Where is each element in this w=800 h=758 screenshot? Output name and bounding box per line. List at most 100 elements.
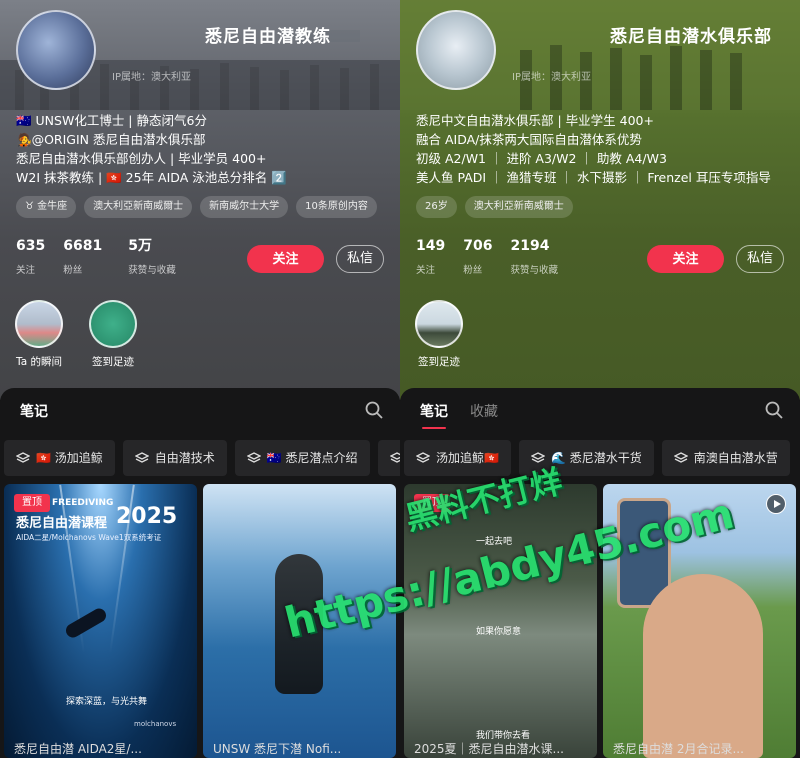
tab-bar: 笔记 bbox=[20, 401, 48, 429]
profile-name: 悉尼自由潜教练 bbox=[205, 27, 331, 47]
collection-chip[interactable]: 🇭🇰 汤加追鲸 bbox=[4, 440, 115, 476]
collection-chip[interactable]: 南澳自由潜水营 bbox=[661, 440, 790, 476]
layers-icon bbox=[16, 452, 30, 463]
bio-line: 悉尼中文自由潜水俱乐部 | 毕业学生 400+ bbox=[416, 113, 654, 128]
stat-label: 关注 bbox=[416, 265, 436, 276]
avatar[interactable] bbox=[416, 10, 496, 90]
card-title: 悉尼自由潜 AIDA2星/... bbox=[14, 742, 142, 756]
stat-number: 706 bbox=[463, 238, 493, 254]
collection-chip[interactable]: 自由潜技术 bbox=[122, 440, 227, 476]
right-profile-panel: 悉尼自由潜水俱乐部 IP属地：澳大利亚 悉尼中文自由潜水俱乐部 | 毕业学生 4… bbox=[400, 0, 800, 758]
card-logo: molchanovs bbox=[134, 720, 177, 728]
stat-likes[interactable]: 2194 获赞与收藏 bbox=[510, 238, 558, 276]
card-year: 2025 bbox=[116, 504, 178, 529]
card-headline: 悉尼自由潜课程 bbox=[16, 516, 108, 531]
bio-line: 初级 A2/W1 ｜ 进阶 A3/W2 ｜ 助教 A4/W3 bbox=[416, 151, 667, 166]
bio-line: 悉尼自由潜水俱乐部创办人 | 毕业学员 400+ bbox=[16, 151, 267, 166]
collections-row: 汤加追鲸🇭🇰 🌊 悉尼潜水干货 南澳自由潜水营 bbox=[404, 440, 800, 476]
bio-line: 🇦🇺 UNSW化工博士 | 静态闭气6分 bbox=[16, 113, 207, 128]
profile-bio: 🇦🇺 UNSW化工博士 | 静态闭气6分 🧑‍🎤@ORIGIN 悉尼自由潜水俱乐… bbox=[16, 111, 391, 187]
collection-label: 自由潜技术 bbox=[154, 451, 215, 465]
stat-followers[interactable]: 706 粉丝 bbox=[463, 238, 492, 276]
stat-label: 获赞与收藏 bbox=[128, 265, 176, 276]
highlight-moments[interactable]: Ta 的瞬间 bbox=[14, 300, 64, 369]
stat-number: 6681 bbox=[63, 238, 103, 254]
stat-followers[interactable]: 6681 粉丝 bbox=[63, 238, 102, 276]
profile-stats: 635 关注 6681 粉丝 5万 获赞与收藏 bbox=[16, 238, 176, 276]
highlight-thumb bbox=[15, 300, 63, 348]
card-slogan: 探索深蓝，与光共舞 bbox=[66, 697, 148, 707]
highlight-thumb bbox=[89, 300, 137, 348]
profile-header: 悉尼自由潜教练 IP属地：澳大利亚 🇦🇺 UNSW化工博士 | 静态闭气6分 🧑… bbox=[0, 0, 400, 400]
notes-sheet: 笔记 🇭🇰 汤加追鲸 自由潜技术 🇦🇺 悉尼潜点介绍 置顶 FREEDIVING… bbox=[0, 388, 400, 758]
layers-icon bbox=[416, 452, 430, 463]
tag-original-count: 10条原创内容 bbox=[296, 196, 377, 218]
stat-following[interactable]: 149 关注 bbox=[416, 238, 445, 276]
tag-zodiac: ♉ 金牛座 bbox=[16, 196, 77, 218]
card-caption: 如果你愿意 bbox=[476, 627, 522, 637]
highlights-row: Ta 的瞬间 签到足迹 bbox=[14, 300, 138, 369]
collection-label: 🌊 悉尼潜水干货 bbox=[550, 451, 642, 465]
collections-row: 🇭🇰 汤加追鲸 自由潜技术 🇦🇺 悉尼潜点介绍 bbox=[4, 440, 400, 476]
profile-tags: 26岁 澳大利亞新南威爾士 bbox=[416, 196, 573, 218]
follow-button[interactable]: 关注 bbox=[247, 245, 324, 273]
layers-icon bbox=[246, 452, 261, 463]
tab-notes[interactable]: 笔记 bbox=[420, 401, 448, 429]
stat-number: 635 bbox=[16, 238, 46, 254]
ip-location: IP属地：澳大利亚 bbox=[512, 72, 591, 83]
collection-chip[interactable]: 🇦🇺 悉尼潜点介绍 bbox=[234, 440, 370, 476]
highlight-checkins[interactable]: 签到足迹 bbox=[88, 300, 138, 369]
card-title: UNSW 悉尼下潜 Nofi... bbox=[213, 742, 342, 756]
tag-school: 新南威尔士大学 bbox=[200, 196, 289, 218]
highlight-label: 签到足迹 bbox=[92, 356, 134, 368]
person-figure bbox=[643, 574, 763, 758]
stat-label: 获赞与收藏 bbox=[510, 265, 558, 276]
layers-icon bbox=[673, 452, 688, 463]
stat-label: 粉丝 bbox=[63, 265, 83, 276]
message-button[interactable]: 私信 bbox=[736, 245, 784, 273]
stat-label: 粉丝 bbox=[463, 265, 483, 276]
avatar[interactable] bbox=[16, 10, 96, 90]
stat-number: 5万 bbox=[128, 238, 152, 254]
profile-tags: ♉ 金牛座 澳大利亞新南威爾士 新南威尔士大学 10条原创内容 bbox=[16, 196, 377, 218]
stat-likes[interactable]: 5万 获赞与收藏 bbox=[128, 238, 176, 276]
left-profile-panel: 悉尼自由潜教练 IP属地：澳大利亚 🇦🇺 UNSW化工博士 | 静态闭气6分 🧑… bbox=[0, 0, 400, 758]
pinned-badge: 置顶 bbox=[14, 494, 50, 512]
highlights-row: 签到足迹 bbox=[414, 300, 464, 369]
collection-label: 南澳自由潜水营 bbox=[693, 451, 778, 465]
highlight-thumb bbox=[415, 300, 463, 348]
profile-bio: 悉尼中文自由潜水俱乐部 | 毕业学生 400+ 融合 AIDA/抹茶两大国际自由… bbox=[416, 111, 791, 187]
search-icon[interactable] bbox=[364, 400, 384, 420]
note-card[interactable]: 置顶 FREEDIVING 悉尼自由潜课程 2025 AIDA二星/Molcha… bbox=[4, 484, 197, 758]
ip-location: IP属地：澳大利亚 bbox=[112, 72, 191, 83]
tab-favorites[interactable]: 收藏 bbox=[470, 401, 498, 429]
collection-label: 🇭🇰 汤加追鲸 bbox=[36, 451, 103, 465]
card-title: 悉尼自由潜 2月合记录... bbox=[613, 742, 744, 756]
tag-location: 澳大利亞新南威爾士 bbox=[84, 196, 193, 218]
tab-bar: 笔记 收藏 bbox=[420, 401, 498, 429]
diver-figure bbox=[63, 605, 109, 641]
stat-following[interactable]: 635 关注 bbox=[16, 238, 45, 276]
stat-number: 2194 bbox=[510, 238, 550, 254]
collection-chip[interactable] bbox=[377, 440, 400, 476]
bio-line: 融合 AIDA/抹茶两大国际自由潜体系优势 bbox=[416, 132, 642, 147]
card-title: 2025夏｜悉尼自由潜水课... bbox=[414, 742, 564, 756]
highlight-label: Ta 的瞬间 bbox=[16, 356, 62, 368]
collection-label: 汤加追鲸🇭🇰 bbox=[436, 451, 499, 465]
bio-line[interactable]: 🧑‍🎤@ORIGIN 悉尼自由潜水俱乐部 bbox=[16, 130, 391, 149]
follow-button[interactable]: 关注 bbox=[647, 245, 724, 273]
video-play-icon bbox=[766, 494, 786, 514]
tab-notes[interactable]: 笔记 bbox=[20, 401, 48, 429]
tag-location: 澳大利亞新南威爾士 bbox=[464, 196, 573, 218]
highlight-checkins[interactable]: 签到足迹 bbox=[414, 300, 464, 369]
layers-icon bbox=[389, 452, 400, 463]
profile-stats: 149 关注 706 粉丝 2194 获赞与收藏 bbox=[416, 238, 558, 276]
profile-name: 悉尼自由潜水俱乐部 bbox=[610, 27, 772, 47]
bio-line: W2I 抹茶教练 | 🇭🇰 25年 AIDA 泳池总分排名 2️⃣ bbox=[16, 170, 287, 185]
message-button[interactable]: 私信 bbox=[336, 245, 384, 273]
search-icon[interactable] bbox=[764, 400, 784, 420]
highlight-label: 签到足迹 bbox=[418, 356, 460, 368]
stat-number: 149 bbox=[416, 238, 446, 254]
profile-header: 悉尼自由潜水俱乐部 IP属地：澳大利亚 悉尼中文自由潜水俱乐部 | 毕业学生 4… bbox=[400, 0, 800, 400]
stat-label: 关注 bbox=[16, 265, 36, 276]
